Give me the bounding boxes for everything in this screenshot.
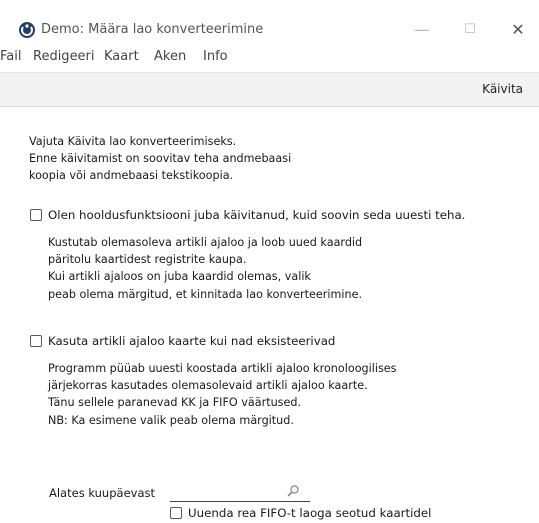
- intro-line: koopia või andmebaasi tekstikoopia.: [29, 169, 234, 183]
- run-button[interactable]: Käivita: [482, 82, 523, 96]
- rerun-checkbox[interactable]: [30, 209, 42, 221]
- description-line: Kui artikli ajaloos on juba kaardid olem…: [48, 270, 311, 284]
- app-logo-icon: [19, 22, 35, 38]
- option-rerun-row[interactable]: Olen hooldusfunktsiooni juba käivitanud,…: [30, 208, 465, 222]
- description-line: päritolu kaartidest registrite kaupa.: [48, 253, 247, 267]
- menu-window[interactable]: Aken: [154, 49, 186, 64]
- menu-edit[interactable]: Redigeeri: [33, 49, 95, 64]
- description-line: peab olema märgitud, et kinnitada lao ko…: [48, 287, 363, 301]
- option-fifo-row[interactable]: Uuenda rea FIFO-t laoga seotud kaartidel: [170, 506, 431, 520]
- description-line: järjekorras kasutades olemasolevaid arti…: [48, 379, 368, 393]
- option-history-row[interactable]: Kasuta artikli ajaloo kaarte kui nad eks…: [30, 334, 335, 348]
- menu-card[interactable]: Kaart: [104, 49, 139, 64]
- date-from-label: Alates kuupäevast: [49, 486, 155, 500]
- toolbar: Käivita: [0, 72, 539, 107]
- intro-line: Enne käivitamist on soovitav teha andmeb…: [29, 152, 292, 166]
- close-button[interactable]: ✕: [506, 20, 530, 40]
- fifo-checkbox-label: Uuenda rea FIFO-t laoga seotud kaartidel: [188, 506, 432, 520]
- menu-bar: Fail Redigeeri Kaart Aken Info: [0, 44, 539, 68]
- menu-file[interactable]: Fail: [0, 49, 21, 64]
- date-from-field[interactable]: [170, 483, 310, 502]
- intro-text: Vajuta Käivita lao konverteerimiseks. En…: [29, 133, 291, 185]
- dialog-content: Vajuta Käivita lao konverteerimiseks. En…: [0, 106, 539, 523]
- maximize-button[interactable]: ☐: [458, 20, 482, 40]
- intro-line: Vajuta Käivita lao konverteerimiseks.: [29, 135, 237, 148]
- description-line: Kustutab olemasoleva artikli ajaloo ja l…: [48, 236, 363, 249]
- magnifier-icon[interactable]: [286, 484, 300, 498]
- description-line: Programm püüab uuesti koostada artikli a…: [48, 362, 397, 375]
- window-title: Demo: Määra lao konverteerimine: [41, 22, 264, 37]
- description-line: Tänu sellele paranevad KK ja FIFO väärtu…: [48, 396, 302, 410]
- history-checkbox[interactable]: [30, 335, 42, 347]
- history-description: Programm püüab uuesti koostada artikli a…: [48, 360, 397, 429]
- minimize-button[interactable]: —: [410, 20, 434, 40]
- rerun-description: Kustutab olemasoleva artikli ajaloo ja l…: [48, 234, 362, 303]
- fifo-checkbox[interactable]: [170, 507, 182, 519]
- rerun-checkbox-label: Olen hooldusfunktsiooni juba käivitanud,…: [48, 208, 466, 222]
- menu-info[interactable]: Info: [203, 49, 228, 64]
- title-bar: Demo: Määra lao konverteerimine — ☐ ✕: [0, 0, 539, 44]
- description-line: NB: Ka esimene valik peab olema märgitud…: [48, 413, 294, 427]
- history-checkbox-label: Kasuta artikli ajaloo kaarte kui nad eks…: [48, 334, 336, 348]
